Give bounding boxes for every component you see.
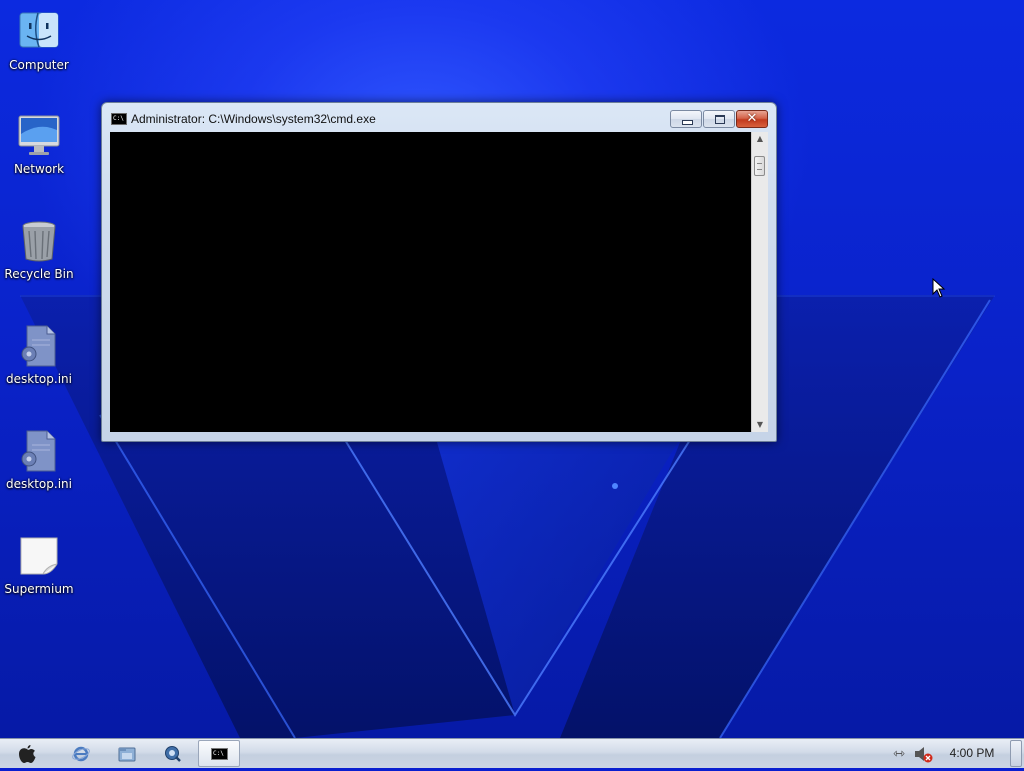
- desktop-icon-label: desktop.ini: [6, 372, 72, 386]
- desktop-icon-network[interactable]: Network: [0, 114, 78, 176]
- blank-document-icon: [20, 537, 58, 575]
- media-player-button[interactable]: [154, 741, 192, 767]
- close-icon: ✕: [746, 111, 758, 126]
- cmd-window[interactable]: C:\ Administrator: C:\Windows\system32\c…: [101, 102, 777, 442]
- window-titlebar[interactable]: C:\ Administrator: C:\Windows\system32\c…: [102, 103, 776, 131]
- scroll-down-arrow-icon[interactable]: ▼: [752, 418, 768, 432]
- media-player-icon: [165, 746, 181, 762]
- internet-explorer-button[interactable]: [62, 741, 100, 767]
- show-desktop-button[interactable]: [1010, 740, 1022, 767]
- taskbar: C:\ ⇿ 4:00 PM: [0, 738, 1024, 768]
- apple-start-icon: [19, 745, 36, 763]
- taskbar-clock[interactable]: 4:00 PM: [940, 746, 1004, 760]
- window-title: Administrator: C:\Windows\system32\cmd.e…: [131, 112, 376, 126]
- network-icon[interactable]: ⇿: [888, 745, 910, 763]
- trash-can-icon: [22, 221, 56, 262]
- desktop-icon-label: Supermium: [4, 582, 74, 596]
- desktop-icon-desktop-ini-1[interactable]: desktop.ini: [0, 324, 78, 386]
- minimize-button[interactable]: [670, 110, 702, 128]
- volume-muted-icon[interactable]: [912, 745, 934, 763]
- settings-file-icon: [21, 325, 56, 367]
- desktop-icon-computer[interactable]: Computer: [0, 10, 78, 72]
- maximize-button[interactable]: [703, 110, 735, 128]
- scrollbar-thumb[interactable]: [754, 156, 765, 176]
- desktop-icon-label: desktop.ini: [6, 477, 72, 491]
- desktop-icon-desktop-ini-2[interactable]: desktop.ini: [0, 429, 78, 491]
- desktop-icon-label: Network: [13, 162, 65, 176]
- desktop[interactable]: Computer Network Recycle Bin desktop.ini…: [0, 0, 1024, 738]
- file-explorer-icon: [118, 747, 136, 762]
- cmd-taskbar-button[interactable]: C:\: [198, 740, 240, 767]
- finder-face-icon: [19, 12, 59, 48]
- cmd-window-icon: C:\: [111, 113, 127, 125]
- imac-monitor-icon: [18, 115, 60, 155]
- console-output-area[interactable]: [110, 132, 751, 432]
- desktop-icon-supermium[interactable]: Supermium: [0, 534, 78, 596]
- desktop-icon-label: Computer: [9, 58, 69, 72]
- mouse-pointer-icon: [932, 278, 946, 298]
- cmd-taskbar-icon: C:\: [211, 748, 228, 760]
- maximize-icon: [704, 111, 734, 127]
- close-button[interactable]: ✕: [736, 110, 768, 128]
- file-explorer-button[interactable]: [108, 741, 146, 767]
- scroll-up-arrow-icon[interactable]: ▲: [752, 132, 768, 146]
- desktop-icon-recycle-bin[interactable]: Recycle Bin: [0, 219, 78, 281]
- desktop-icon-label: Recycle Bin: [4, 267, 74, 281]
- start-button[interactable]: [8, 741, 46, 767]
- vertical-scrollbar[interactable]: ▲ ▼: [751, 132, 768, 432]
- settings-file-icon: [21, 430, 56, 472]
- minimize-icon: [671, 111, 701, 127]
- internet-explorer-icon: [72, 746, 90, 762]
